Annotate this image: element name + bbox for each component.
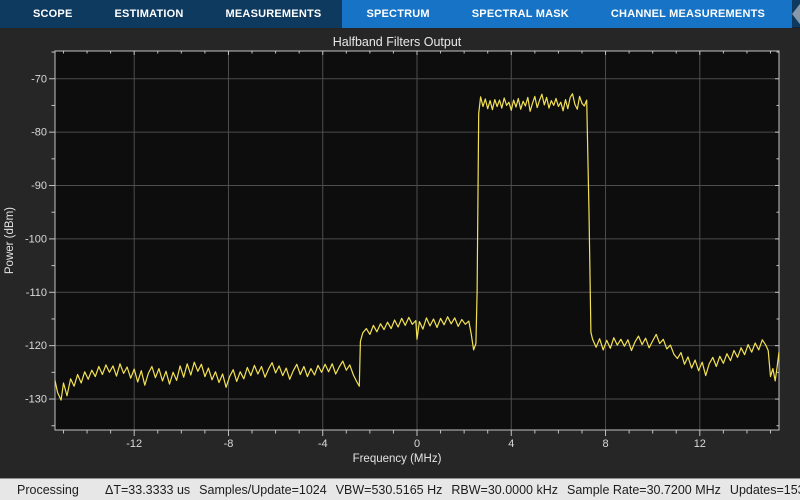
svg-text:4: 4 (508, 438, 514, 450)
svg-text:-12: -12 (126, 438, 142, 450)
tabgroup-left: SCOPE ESTIMATION MEASUREMENTS (0, 0, 343, 28)
status-updates: Updates=1530 (729, 482, 800, 497)
svg-text:8: 8 (602, 438, 608, 450)
svg-text:-90: -90 (31, 180, 47, 192)
tab-spectrum[interactable]: SPECTRUM (345, 0, 450, 28)
spectrum-plot[interactable]: -12 -8 -4 0 4 8 12 -70 -80 -90 -100 -110 -120 -130 (0, 28, 800, 478)
tab-measurements[interactable]: MEASUREMENTS (205, 0, 343, 28)
help-area: ? (792, 0, 800, 28)
status-rbw: RBW=30.0000 kHz (451, 482, 559, 497)
tabgroup-active: SPECTRUM SPECTRAL MASK CHANNEL MEASUREME… (342, 0, 793, 28)
svg-text:-4: -4 (318, 438, 328, 450)
scope-display: -12 -8 -4 0 4 8 12 -70 -80 -90 -100 -110 -120 -130 Ha… (0, 28, 800, 478)
svg-text:12: 12 (694, 438, 706, 450)
tab-estimation[interactable]: ESTIMATION (94, 0, 205, 28)
y-axis-label: Power (dBm) (4, 206, 16, 275)
plot-title: Halfband Filters Output (332, 35, 462, 49)
tab-spectral-mask[interactable]: SPECTRAL MASK (451, 0, 590, 28)
svg-text:-70: -70 (31, 73, 47, 85)
tab-channel-measurements[interactable]: CHANNEL MEASUREMENTS (590, 0, 786, 28)
svg-text:-80: -80 (31, 127, 47, 139)
status-samples-update: Samples/Update=1024 (199, 482, 327, 497)
status-vbw: VBW=530.5165 Hz (335, 482, 443, 497)
toolstrip: SCOPE ESTIMATION MEASUREMENTS SPECTRUM S… (0, 0, 800, 28)
tab-scope[interactable]: SCOPE (12, 0, 94, 28)
y-axis-label-wrap: Power (dBm) (2, 51, 18, 430)
x-axis-label: Frequency (MHz) (352, 453, 442, 465)
svg-text:0: 0 (414, 438, 420, 450)
svg-text:-100: -100 (25, 233, 47, 245)
status-sample-rate: Sample Rate=30.7200 MHz (567, 482, 721, 497)
status-state: Processing (17, 482, 79, 497)
svg-text:-130: -130 (25, 394, 47, 406)
help-button[interactable]: ? (792, 2, 800, 26)
status-delta-t: ΔT=33.3333 us (105, 482, 191, 497)
status-bar: Processing ΔT=33.3333 us Samples/Update=… (0, 478, 800, 500)
svg-text:-110: -110 (26, 287, 47, 299)
svg-text:-120: -120 (25, 340, 47, 352)
status-items: ΔT=33.3333 us Samples/Update=1024 VBW=53… (105, 483, 800, 497)
svg-text:-8: -8 (224, 438, 234, 450)
